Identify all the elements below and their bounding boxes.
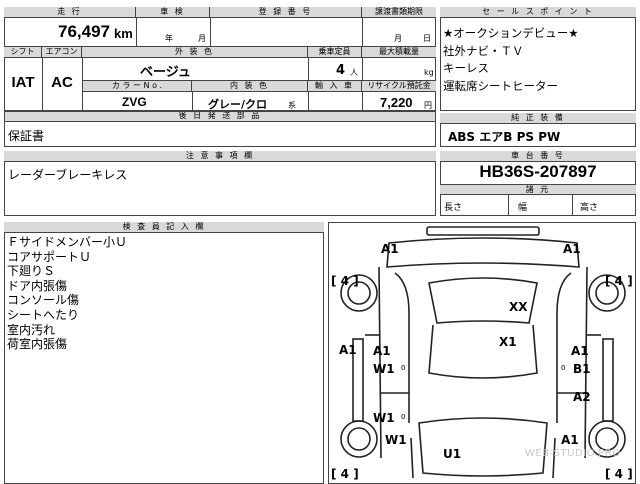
mark-left-door-a: A1 bbox=[373, 344, 391, 358]
mark-front-left: A1 bbox=[381, 242, 399, 256]
remark-item: 室内汚れ bbox=[7, 322, 56, 337]
mark-left-door-w-val: 0 bbox=[401, 364, 406, 372]
mark-right-door-a: A1 bbox=[571, 344, 589, 358]
remark-item: ドア内張傷 bbox=[7, 278, 68, 293]
capacity-unit: 人 bbox=[350, 68, 358, 77]
mark-left-rear-w: W1 bbox=[373, 411, 395, 425]
mark-left-rear-w-val: 0 bbox=[401, 413, 406, 421]
remark-item: Ｆサイドメンバー小Ｕ bbox=[7, 235, 128, 249]
inspector-remarks: Ｆサイドメンバー小Ｕ コアサポートＵ 下廻りＳ ドア内張傷 コンソール傷 シート… bbox=[7, 235, 127, 352]
mileage-label: 走 行 bbox=[4, 7, 136, 18]
divider bbox=[136, 18, 137, 46]
height-label: 高さ bbox=[580, 203, 599, 213]
inspector-label: 検 査 員 記 入 欄 bbox=[4, 222, 324, 233]
mark-left-bottom-w: W1 bbox=[385, 433, 407, 447]
inspection-month-unit: 月 bbox=[198, 34, 206, 43]
mark-right-door-b: B1 bbox=[573, 362, 591, 376]
mark-hood: XX bbox=[509, 300, 528, 314]
exterior-color-label: 外 装 色 bbox=[82, 47, 308, 58]
mark-right-wheel-front: [ 4 ] bbox=[605, 274, 633, 288]
equipment-label: 純 正 装 備 bbox=[440, 113, 636, 124]
interior-color-label: 内 装 色 bbox=[192, 81, 308, 92]
mark-left-wheel-front: [ 4 ] bbox=[331, 274, 359, 288]
equipment-value: ABS エアB PS PW bbox=[448, 130, 561, 144]
sales-point: キーレス bbox=[443, 61, 489, 75]
inspection-year-unit: 年 bbox=[165, 34, 173, 43]
transfer-label: 譲渡書類期限 bbox=[362, 7, 436, 18]
divider bbox=[192, 92, 193, 110]
remark-item: 下廻りＳ bbox=[7, 264, 56, 279]
ac-value: AC bbox=[51, 74, 73, 91]
divider bbox=[308, 92, 309, 110]
mark-left-wheel-rear: [ 4 ] bbox=[331, 467, 359, 481]
mark-left-side: A1 bbox=[339, 343, 357, 357]
color-no-value: ZVG bbox=[122, 95, 147, 109]
interior-suffix: 系 bbox=[288, 101, 296, 110]
chassis-number: HB36S-207897 bbox=[479, 162, 597, 181]
recycle-fee-value: 7,220 bbox=[380, 95, 413, 110]
divider bbox=[572, 195, 573, 216]
mileage-value: 76,497 bbox=[58, 22, 110, 41]
docs-box bbox=[4, 111, 436, 147]
divider bbox=[508, 195, 509, 216]
notes-value: レーダーブレーキレス bbox=[8, 168, 128, 182]
car-diagram: A1 A1 [ 4 ] [ 4 ] XX X1 A1 A1 W1 0 A1 0 … bbox=[328, 222, 636, 484]
remark-item: 荷室内張傷 bbox=[7, 337, 68, 352]
max-load-unit: kg bbox=[424, 68, 434, 77]
chassis-label: 車 台 番 号 bbox=[440, 151, 636, 162]
remark-item: シートへたり bbox=[7, 307, 80, 322]
divider bbox=[42, 58, 43, 110]
sales-point: 運転席シートヒーター bbox=[443, 78, 558, 93]
mark-right-door-b-val: 0 bbox=[561, 364, 566, 372]
watermark: WEB-STUDIO.PRO bbox=[525, 448, 621, 459]
mark-rear-right: A1 bbox=[561, 433, 579, 447]
mileage-unit: km bbox=[114, 26, 133, 41]
sales-point: 社外ナビ・ＴＶ bbox=[443, 43, 524, 58]
divider bbox=[210, 18, 211, 46]
length-label: 長さ bbox=[444, 203, 463, 213]
sales-points-label: セ ー ル ス ポ イ ン ト bbox=[440, 7, 636, 18]
mark-roof: X1 bbox=[499, 335, 517, 349]
shift-value: IAT bbox=[11, 74, 35, 91]
capacity-value: 4 bbox=[336, 63, 346, 78]
recycle-unit: 円 bbox=[424, 101, 432, 110]
remark-item: コアサポートＵ bbox=[7, 249, 92, 264]
capacity-label: 乗車定員 bbox=[308, 47, 362, 58]
remark-item: コンソール傷 bbox=[7, 293, 80, 308]
exterior-color-value: ベージュ bbox=[140, 65, 191, 80]
mark-front-right: A1 bbox=[563, 242, 581, 256]
registration-label: 登 録 番 号 bbox=[210, 7, 362, 18]
transfer-month-unit: 月 bbox=[394, 34, 402, 43]
notes-label: 注 意 事 項 欄 bbox=[4, 151, 436, 162]
color-no-label: カ ラ ー N o . bbox=[83, 81, 192, 92]
mark-rear: U1 bbox=[443, 447, 462, 461]
divider bbox=[362, 18, 363, 46]
sales-points-list: ★オークションデビュー★ 社外ナビ・ＴＶ キーレス 運転席シートヒーター bbox=[443, 25, 579, 95]
recycle-label: リサイクル預託金 bbox=[362, 81, 436, 92]
width-label: 幅 bbox=[518, 203, 528, 213]
dims-label: 諸 元 bbox=[440, 184, 636, 195]
import-label: 輸 入 車 bbox=[308, 81, 362, 92]
max-load-label: 最大積載量 bbox=[362, 47, 436, 58]
docs-value: 保証書 bbox=[8, 129, 45, 143]
sales-point: ★オークションデビュー★ bbox=[443, 26, 579, 40]
mark-left-door-w: W1 bbox=[373, 362, 395, 376]
ac-label: エアコン bbox=[42, 47, 82, 58]
transfer-day-unit: 日 bbox=[423, 34, 431, 43]
mark-right-rear-a: A2 bbox=[573, 390, 591, 404]
divider bbox=[308, 58, 309, 80]
shift-label: シフト bbox=[4, 47, 42, 58]
inspection-label: 車 検 bbox=[136, 7, 210, 18]
mark-right-wheel-rear: [ 4 ] bbox=[605, 467, 633, 481]
